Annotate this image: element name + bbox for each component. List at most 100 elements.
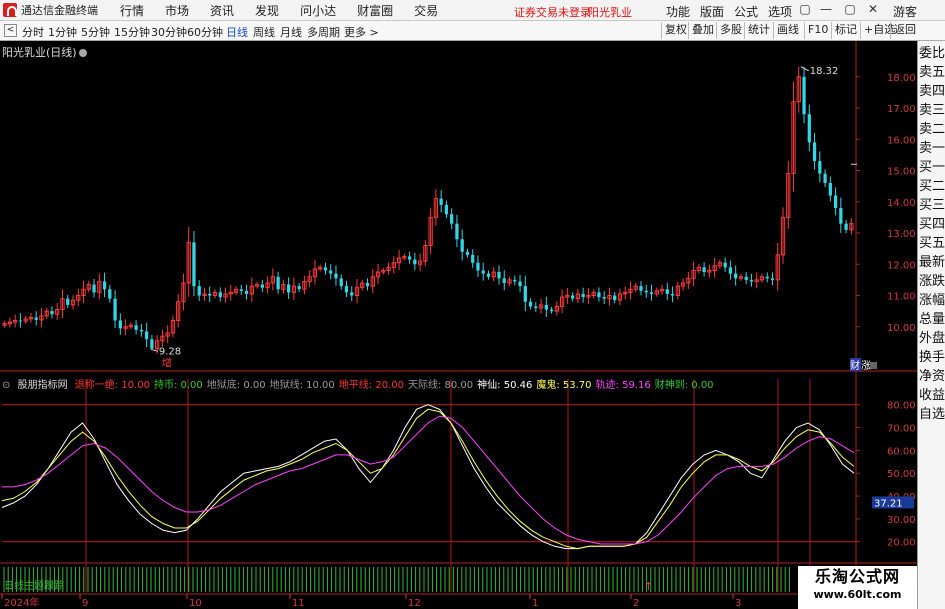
sidebar-turnover[interactable]: 换手 bbox=[919, 350, 945, 366]
price-tick-label: 17.00 bbox=[887, 104, 916, 115]
sidebar-buy4[interactable]: 买四 bbox=[919, 217, 945, 233]
date-tick-label: 10 bbox=[189, 598, 202, 609]
candle-body-down bbox=[66, 298, 70, 305]
candle-body-down bbox=[807, 114, 811, 143]
price-tick-label: 18.00 bbox=[887, 73, 916, 84]
indicator-param: 神仙: 50.46 bbox=[477, 380, 533, 391]
main-chart-title-text: 阳光乳业(日线) bbox=[2, 46, 77, 59]
candle-body-down bbox=[18, 320, 23, 322]
candle-body-down bbox=[513, 279, 517, 282]
candle-body-down bbox=[50, 311, 54, 315]
price-tick-label: 12.00 bbox=[887, 260, 916, 271]
candle-body-down bbox=[770, 278, 775, 280]
signal-strip-label: 日线主题跟踪 bbox=[4, 579, 64, 592]
watermark-url: www.60lt.com bbox=[813, 588, 902, 601]
sidebar-buy2[interactable]: 买二 bbox=[919, 179, 945, 195]
candle-body-down bbox=[728, 267, 733, 274]
candle-body-down bbox=[344, 286, 349, 293]
candle-body-down bbox=[749, 279, 754, 282]
indicator-param: 退称一绝: 10.00 bbox=[74, 380, 150, 391]
candle-body-down bbox=[481, 270, 485, 274]
indicator-options-icon[interactable]: ⊙ bbox=[2, 380, 10, 391]
indicator-tick-label: 20.00 bbox=[887, 538, 916, 549]
indicator-params: 退称一绝: 10.00 持币: 0.00 地狱底: 0.00 地狱线: 10.00 地平… bbox=[75, 380, 718, 391]
candle-body-down bbox=[450, 214, 454, 224]
indicator-param: 地平线: 20.00 bbox=[338, 380, 404, 391]
kline-chart-canvas[interactable]: 10.00 11.00 12.00 13.00 14.00 15.00 16.00 17.00… bbox=[0, 0, 917, 609]
current-value-label: 37.21 bbox=[874, 498, 903, 509]
indicator-title-bar: ⊙ 股朋指标网 退称一绝: 10.00 持币: 0.00 地狱底: 0.00 地狱线:… bbox=[2, 376, 722, 391]
sidebar-volume[interactable]: 总量 bbox=[919, 312, 945, 328]
candle-body-down bbox=[839, 208, 843, 224]
indicator-tick-label: 60.00 bbox=[887, 446, 916, 457]
candle-body-down bbox=[108, 289, 112, 299]
candle-body-down bbox=[323, 267, 328, 271]
candle-body-down bbox=[465, 251, 470, 255]
candle-body-down bbox=[734, 273, 738, 279]
candle-body-down bbox=[455, 223, 459, 240]
indicator-tick-label: 50.00 bbox=[887, 469, 916, 480]
candle-body-down bbox=[113, 298, 117, 321]
sidebar-sell5[interactable]: 卖五 bbox=[919, 65, 945, 81]
candle-body-down bbox=[828, 183, 832, 196]
candle-body-down bbox=[197, 286, 201, 296]
candle-body-down bbox=[192, 242, 196, 287]
finance-label: 财 bbox=[850, 359, 860, 372]
candle-body-down bbox=[102, 281, 107, 290]
indicator-tick-label: 30.00 bbox=[887, 515, 916, 526]
candle-body-down bbox=[144, 331, 149, 340]
sidebar-sell2[interactable]: 卖二 bbox=[919, 122, 945, 138]
candle-body-down bbox=[723, 262, 727, 268]
date-tick-label: 11 bbox=[292, 598, 305, 609]
chart-options-icon[interactable] bbox=[78, 49, 87, 57]
indicator-param: 轨迹: 59.16 bbox=[595, 380, 651, 391]
candle-body-down bbox=[34, 317, 38, 320]
date-tick-label: 2 bbox=[633, 598, 639, 609]
candle-body-down bbox=[476, 262, 480, 271]
sidebar-net-asset[interactable]: 净资 bbox=[919, 369, 945, 385]
price-tick-label: 16.00 bbox=[887, 135, 916, 146]
candle-body-down bbox=[823, 173, 827, 183]
indicator-series-line bbox=[2, 415, 855, 545]
candle-body-down bbox=[702, 267, 706, 273]
date-tick-label: 3 bbox=[735, 598, 741, 609]
candle-body-down bbox=[665, 289, 669, 294]
candle-body-down bbox=[833, 195, 838, 208]
candle-body-down bbox=[597, 292, 601, 298]
candle-body-down bbox=[134, 325, 138, 330]
indicator-name[interactable]: 股朋指标网 bbox=[18, 380, 68, 391]
sidebar-watchlist[interactable]: 自选 bbox=[919, 407, 945, 423]
candle-body-down bbox=[239, 289, 243, 291]
watermark: 乐淘公式网 www.60lt.com bbox=[798, 566, 917, 609]
candle-body-down bbox=[92, 284, 96, 293]
candle-body-down bbox=[244, 290, 249, 294]
indicator-param: 地狱底: 0.00 bbox=[206, 380, 266, 391]
candle-body-down bbox=[260, 284, 264, 288]
main-chart-title: 阳光乳业(日线) bbox=[2, 44, 87, 60]
sidebar-change[interactable]: 涨跌 bbox=[919, 274, 945, 290]
high-price-label: 18.32 bbox=[810, 66, 839, 77]
sidebar-weibi[interactable]: 委比 bbox=[919, 46, 945, 62]
candle-body-down bbox=[844, 223, 848, 230]
sidebar-sell3[interactable]: 卖三 bbox=[919, 103, 945, 119]
sidebar-latest[interactable]: 最新 bbox=[919, 255, 945, 271]
candle-body-down bbox=[297, 286, 301, 290]
sidebar-sell4[interactable]: 卖四 bbox=[919, 84, 945, 100]
candle-body-down bbox=[329, 270, 333, 274]
sidebar-change-pct[interactable]: 涨幅 bbox=[919, 293, 945, 309]
price-tick-label: 13.00 bbox=[887, 229, 916, 240]
candle-body-down bbox=[118, 320, 122, 329]
sidebar-buy1[interactable]: 买一 bbox=[919, 160, 945, 176]
indicator-param: 财神到: 0.00 bbox=[654, 380, 714, 391]
sidebar-buy5[interactable]: 买五 bbox=[919, 236, 945, 252]
candle-body-down bbox=[350, 292, 354, 296]
indicator-series-line bbox=[1, 404, 855, 550]
sidebar-earnings[interactable]: 收益 bbox=[919, 388, 945, 404]
candle-body-down bbox=[534, 306, 538, 308]
sidebar-sell1[interactable]: 卖一 bbox=[919, 141, 945, 157]
candle-body-down bbox=[549, 309, 554, 312]
candle-body-down bbox=[208, 293, 212, 296]
candle-body-down bbox=[644, 290, 648, 293]
sidebar-buy3[interactable]: 买三 bbox=[919, 198, 945, 214]
sidebar-outer[interactable]: 外盘 bbox=[919, 331, 945, 347]
